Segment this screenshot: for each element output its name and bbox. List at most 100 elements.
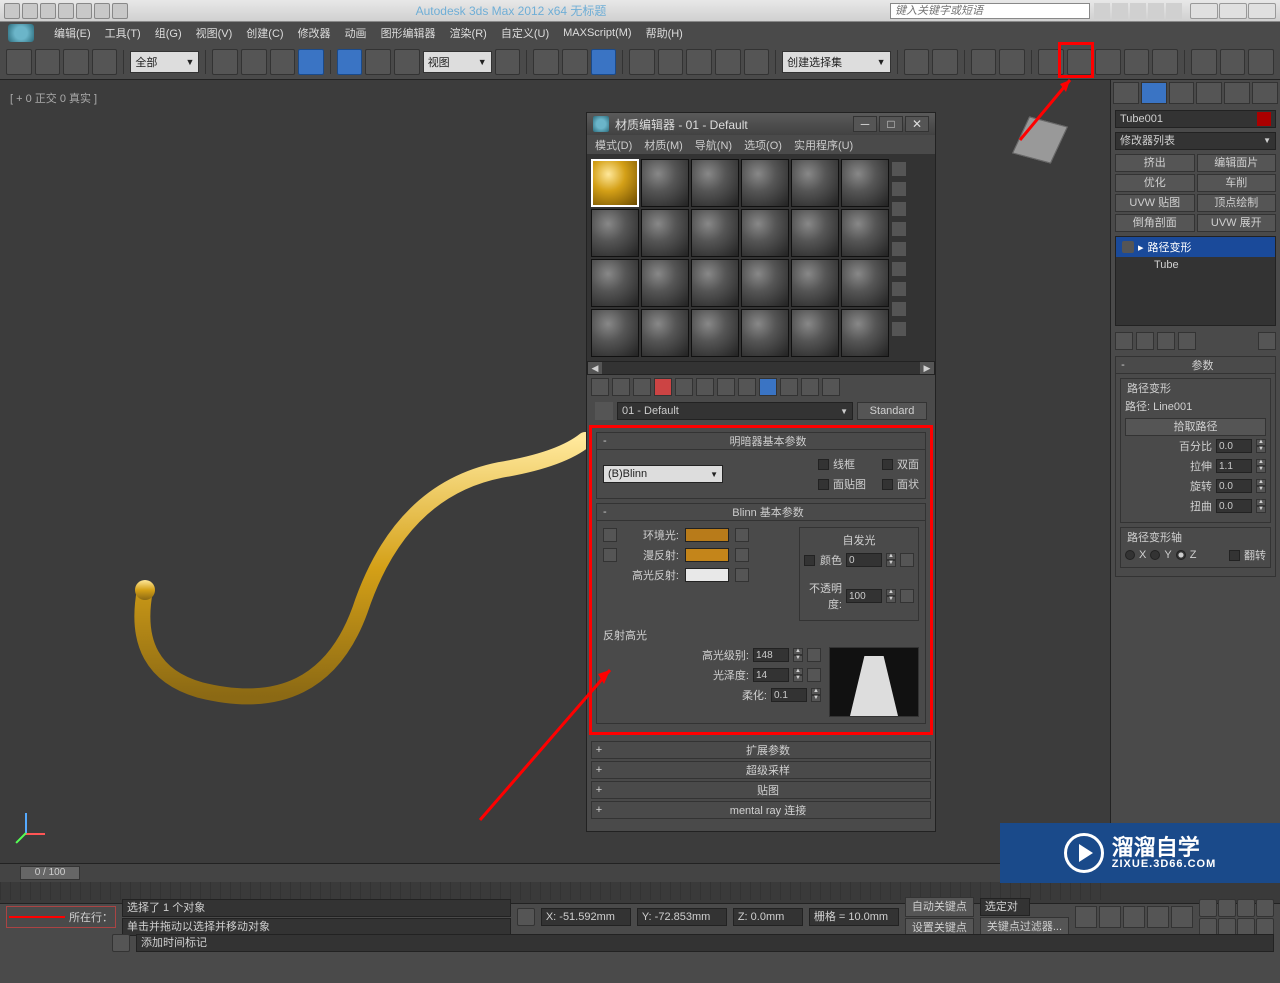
render-btn[interactable] — [1152, 49, 1178, 75]
make-copy-btn[interactable] — [675, 378, 693, 396]
face-map-checkbox[interactable]: 面贴图 — [818, 476, 866, 492]
sample-type-btn[interactable] — [891, 161, 907, 177]
mod-btn-bevel[interactable]: 倒角剖面 — [1115, 214, 1195, 232]
menu-maxscript[interactable]: MAXScript(M) — [563, 27, 631, 39]
opacity-map-btn[interactable] — [900, 589, 914, 603]
spinner-snap-btn[interactable] — [715, 49, 741, 75]
ambient-diffuse-lock[interactable] — [735, 528, 749, 542]
make-unique-btn[interactable] — [1157, 332, 1175, 350]
manipulate-btn[interactable] — [533, 49, 559, 75]
pivot-btn[interactable] — [495, 49, 521, 75]
maps-rollout[interactable]: +贴图 — [591, 781, 931, 799]
qat-btn[interactable] — [76, 3, 92, 19]
menu-utilities[interactable]: 实用程序(U) — [794, 137, 853, 153]
auto-key-btn[interactable]: 自动关键点 — [905, 897, 974, 917]
nav-btn[interactable] — [1237, 899, 1255, 917]
layer-btn[interactable] — [971, 49, 997, 75]
material-slot[interactable] — [841, 159, 889, 207]
snap-btn[interactable] — [591, 49, 617, 75]
dialog-maximize[interactable]: □ — [879, 116, 903, 132]
viewport-label[interactable]: [ + 0 正交 0 真实 ] — [10, 90, 97, 106]
extended-params-rollout[interactable]: +扩展参数 — [591, 741, 931, 759]
make-unique-btn[interactable] — [696, 378, 714, 396]
eye-icon[interactable] — [1122, 241, 1134, 253]
self-illum-value[interactable]: 0 — [846, 553, 882, 567]
object-name-field[interactable]: Tube001 — [1115, 110, 1276, 128]
dialog-minimize[interactable]: ─ — [853, 116, 877, 132]
glossiness-spinner[interactable]: ▲▼ — [793, 668, 803, 682]
close-btn[interactable] — [1248, 3, 1276, 19]
material-slot[interactable] — [641, 309, 689, 357]
assign-to-sel-btn[interactable] — [633, 378, 651, 396]
make-preview-btn[interactable] — [891, 261, 907, 277]
select-region-btn[interactable] — [270, 49, 296, 75]
menu-tools[interactable]: 工具(T) — [105, 25, 141, 41]
material-slot-1-selected[interactable] — [591, 159, 639, 207]
rotate-btn[interactable] — [365, 49, 391, 75]
axis-z-radio[interactable] — [1176, 550, 1186, 560]
angle-snap-btn[interactable] — [658, 49, 684, 75]
ambient-color[interactable] — [685, 528, 729, 542]
motion-tab[interactable] — [1196, 82, 1222, 104]
play-btn[interactable] — [1123, 906, 1145, 928]
supersampling-rollout[interactable]: +超级采样 — [591, 761, 931, 779]
remove-mod-btn[interactable] — [1178, 332, 1196, 350]
rollout-header[interactable]: - Blinn 基本参数 — [596, 503, 926, 521]
material-slot[interactable] — [641, 209, 689, 257]
curve-editor-btn[interactable] — [999, 49, 1025, 75]
undo-btn[interactable] — [6, 49, 32, 75]
next-frame-btn[interactable] — [1147, 906, 1169, 928]
faceted-checkbox[interactable]: 面状 — [882, 476, 919, 492]
background-btn[interactable] — [891, 201, 907, 217]
menu-help[interactable]: 帮助(H) — [646, 25, 683, 41]
stretch-spinner[interactable]: ▲▼ — [1256, 459, 1266, 473]
wire-checkbox[interactable]: 线框 — [818, 456, 866, 472]
soften-spinner[interactable]: ▲▼ — [811, 688, 821, 702]
backlight-btn[interactable] — [891, 181, 907, 197]
render-frame-btn[interactable] — [1124, 49, 1150, 75]
opacity-spinner[interactable]: ▲▼ — [886, 589, 896, 603]
hierarchy-tab[interactable] — [1169, 82, 1195, 104]
mod-btn-extrude[interactable]: 挤出 — [1115, 154, 1195, 172]
menu-customize[interactable]: 自定义(U) — [501, 25, 549, 41]
video-check-btn[interactable] — [891, 241, 907, 257]
lock-icon[interactable] — [517, 908, 535, 926]
qat-btn[interactable] — [22, 3, 38, 19]
select-btn[interactable] — [212, 49, 238, 75]
menu-mode[interactable]: 模式(D) — [595, 137, 632, 153]
create-tab[interactable] — [1113, 82, 1139, 104]
named-selection-combo[interactable]: 创建选择集▼ — [782, 51, 890, 73]
ambient-lock-btn[interactable] — [603, 528, 617, 542]
maximize-btn[interactable] — [1219, 3, 1247, 19]
goto-end-btn[interactable] — [1171, 906, 1193, 928]
material-slot[interactable] — [691, 209, 739, 257]
material-slot[interactable] — [641, 259, 689, 307]
nav-btn[interactable] — [1218, 899, 1236, 917]
utilities-tab[interactable] — [1252, 82, 1278, 104]
render-setup-btn[interactable] — [1095, 49, 1121, 75]
material-slot[interactable] — [841, 209, 889, 257]
mod-btn-vertexpaint[interactable]: 顶点绘制 — [1197, 194, 1277, 212]
material-slot[interactable] — [741, 209, 789, 257]
help-search-input[interactable] — [890, 3, 1090, 19]
material-slot[interactable] — [591, 309, 639, 357]
align-btn[interactable] — [932, 49, 958, 75]
rotation-spinner[interactable]: ▲▼ — [1256, 479, 1266, 493]
modifier-list-combo[interactable]: 修改器列表 — [1115, 132, 1276, 150]
menu-group[interactable]: 组(G) — [155, 25, 182, 41]
mirror-btn[interactable] — [904, 49, 930, 75]
redo-btn[interactable] — [35, 49, 61, 75]
qat-btn[interactable] — [40, 3, 56, 19]
mod-btn-lathe[interactable]: 车削 — [1197, 174, 1277, 192]
link-btn[interactable] — [63, 49, 89, 75]
dialog-titlebar[interactable]: 材质编辑器 - 01 - Default ─ □ ✕ — [587, 113, 935, 135]
spec-level-map-btn[interactable] — [807, 648, 821, 662]
percent-snap-btn[interactable] — [686, 49, 712, 75]
shader-combo[interactable]: (B)Blinn — [603, 465, 723, 483]
menu-edit[interactable]: 编辑(E) — [54, 25, 91, 41]
stack-item-tube[interactable]: Tube — [1116, 257, 1275, 273]
stretch-value[interactable]: 1.1 — [1216, 459, 1252, 473]
pick-path-btn[interactable]: 拾取路径 — [1125, 418, 1266, 436]
particle-btn[interactable] — [1191, 49, 1217, 75]
material-slot[interactable] — [791, 159, 839, 207]
